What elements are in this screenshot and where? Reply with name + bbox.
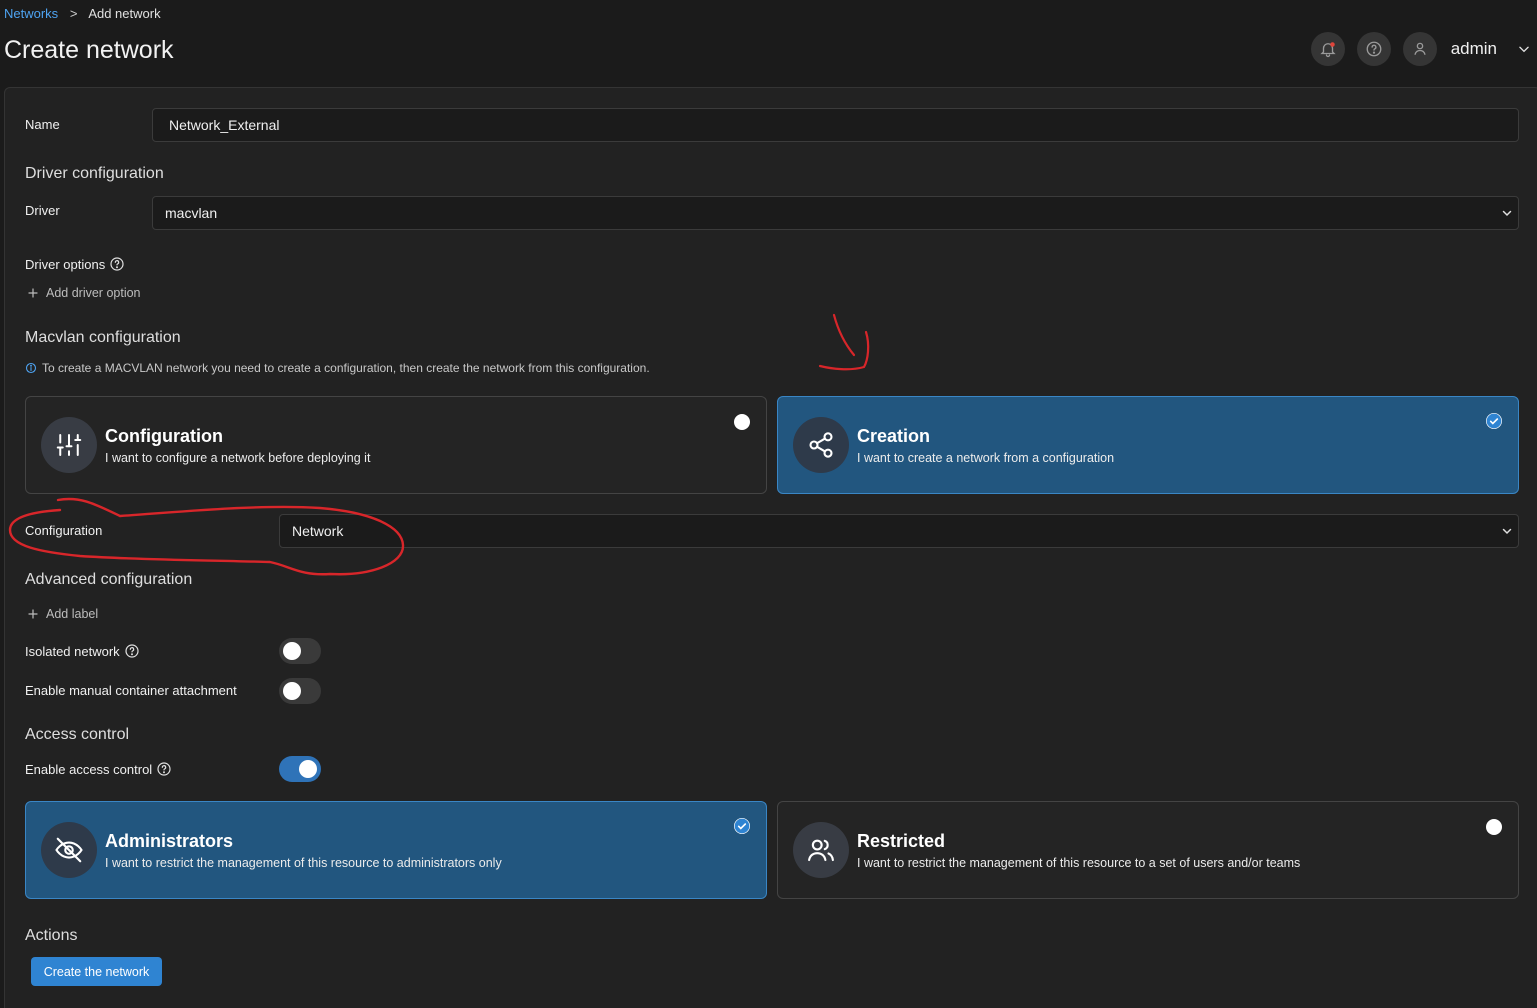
macvlan-info: To create a MACVLAN network you need to …: [25, 361, 650, 375]
name-input[interactable]: Network_External: [152, 108, 1519, 142]
access-control-label: Enable access control: [25, 761, 172, 777]
card-icon-wrap: [793, 822, 849, 878]
isolated-network-toggle[interactable]: [279, 638, 321, 664]
users-icon: [808, 839, 834, 862]
breadcrumb: Networks > Add network: [4, 6, 161, 21]
creation-card-title: Creation: [857, 426, 931, 446]
driver-options-label: Driver options: [25, 256, 125, 272]
add-label-button[interactable]: Add label: [27, 607, 98, 621]
creation-card-desc: I want to create a network from a config…: [857, 451, 1115, 465]
restricted-card[interactable]: Restricted I want to restrict the manage…: [777, 801, 1519, 899]
page-title: Create network: [4, 36, 174, 64]
breadcrumb-separator: >: [69, 6, 78, 21]
notifications-button[interactable]: [1310, 32, 1345, 66]
form-panel: Name Network_External Driver configurati…: [4, 87, 1537, 1008]
driver-label: Driver: [25, 203, 60, 218]
toggle-knob: [299, 760, 317, 778]
restricted-radio[interactable]: [1486, 819, 1502, 835]
creation-check[interactable]: [1486, 413, 1502, 429]
card-icon-wrap: [41, 822, 97, 878]
question-circle-icon: [1366, 41, 1382, 57]
user-icon: [1414, 42, 1426, 55]
macvlan-info-text: To create a MACVLAN network you need to …: [42, 361, 650, 375]
chevron-down-icon: [1502, 210, 1512, 217]
chevron-down-icon: [1502, 528, 1512, 535]
topbar-actions: admin: [1310, 32, 1531, 66]
administrators-card-title: Administrators: [105, 831, 234, 851]
question-circle-icon[interactable]: [156, 761, 172, 777]
share-icon: [809, 432, 833, 458]
add-driver-option-label: Add driver option: [46, 286, 141, 300]
breadcrumb-networks-link[interactable]: Networks: [4, 6, 58, 21]
create-network-button[interactable]: Create the network: [31, 957, 162, 986]
administrators-check[interactable]: [734, 818, 750, 834]
name-input-value: Network_External: [169, 117, 280, 133]
question-circle-icon[interactable]: [124, 643, 140, 659]
configuration-card-title: Configuration: [105, 426, 223, 446]
check-icon: [1486, 413, 1502, 429]
driver-select-value: macvlan: [165, 205, 218, 221]
configuration-select-value: Network: [292, 523, 344, 539]
driver-select[interactable]: macvlan: [152, 196, 1519, 230]
question-circle-icon[interactable]: [109, 256, 125, 272]
administrators-card-desc: I want to restrict the management of thi…: [105, 856, 502, 870]
configuration-select[interactable]: Network: [279, 514, 1519, 548]
configuration-radio[interactable]: [734, 414, 750, 430]
info-icon: [25, 362, 37, 374]
bell-icon: [1320, 42, 1336, 58]
administrators-card[interactable]: Administrators I want to restrict the ma…: [25, 801, 767, 899]
manual-attach-toggle[interactable]: [279, 678, 321, 704]
creation-mode-card[interactable]: Creation I want to create a network from…: [777, 396, 1519, 494]
card-icon-wrap: [41, 417, 97, 473]
driver-config-title: Driver configuration: [25, 165, 164, 182]
toggle-knob: [283, 642, 301, 660]
access-control-toggle[interactable]: [279, 756, 321, 782]
access-control-text: Enable access control: [25, 761, 153, 777]
manual-attach-label: Enable manual container attachment: [25, 683, 237, 698]
plus-icon: [28, 288, 38, 298]
add-driver-option-button[interactable]: Add driver option: [27, 286, 141, 300]
restricted-card-desc: I want to restrict the management of thi…: [857, 856, 1301, 870]
restricted-card-title: Restricted: [857, 831, 946, 851]
sliders-icon: [56, 434, 82, 456]
check-icon: [734, 818, 750, 834]
configuration-card-desc: I want to configure a network before dep…: [105, 451, 371, 465]
eye-off-icon: [55, 837, 83, 863]
macvlan-config-title: Macvlan configuration: [25, 329, 181, 346]
add-label-text: Add label: [46, 607, 99, 621]
user-avatar[interactable]: [1402, 32, 1437, 66]
chevron-down-icon[interactable]: [1517, 42, 1531, 56]
isolated-network-text: Isolated network: [25, 643, 120, 659]
driver-options-text: Driver options: [25, 256, 106, 272]
toggle-knob: [283, 682, 301, 700]
access-control-title: Access control: [25, 726, 130, 743]
configuration-label: Configuration: [25, 523, 103, 538]
help-button[interactable]: [1356, 32, 1391, 66]
name-label: Name: [25, 117, 60, 132]
plus-icon: [28, 609, 38, 619]
breadcrumb-current: Add network: [88, 6, 161, 21]
advanced-config-title: Advanced configuration: [25, 571, 193, 588]
configuration-mode-card[interactable]: Configuration I want to configure a netw…: [25, 396, 767, 494]
username[interactable]: admin: [1451, 39, 1497, 59]
card-icon-wrap: [793, 417, 849, 473]
actions-title: Actions: [25, 927, 78, 944]
isolated-network-label: Isolated network: [25, 643, 140, 659]
